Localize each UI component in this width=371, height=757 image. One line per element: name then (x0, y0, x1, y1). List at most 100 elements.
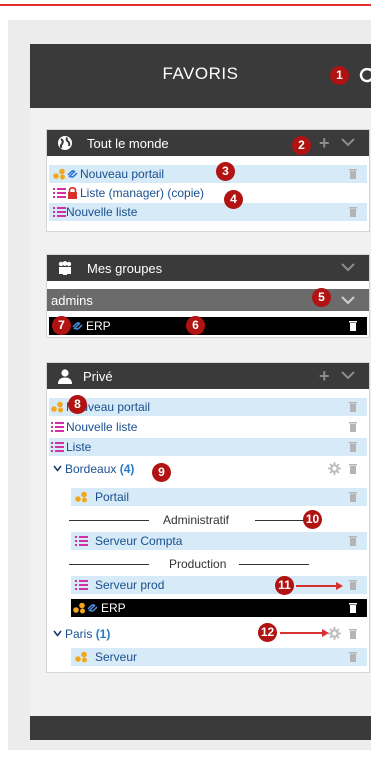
trash-icon[interactable] (349, 491, 357, 502)
portal-icon (75, 651, 87, 663)
group-icon (58, 261, 72, 275)
list-item[interactable]: Nouveau portail (49, 398, 367, 416)
lock-icon (68, 187, 77, 199)
panel-header: FAVORIS (30, 44, 371, 108)
separator-production: Production (69, 557, 339, 571)
list-icon (75, 536, 88, 546)
callout-badge: 7 (52, 316, 71, 335)
globe-icon (58, 136, 72, 150)
list-icon (51, 442, 64, 452)
trash-icon[interactable] (349, 463, 357, 474)
folder-count: (1) (95, 627, 111, 641)
folder-name: Paris (1) (65, 627, 111, 641)
callout-badge: 6 (186, 316, 205, 335)
item-label: ERP (86, 319, 111, 333)
trash-icon[interactable] (349, 535, 357, 546)
item-label: Nouveau portail (80, 167, 165, 181)
link-icon (87, 604, 98, 612)
trash-icon[interactable] (349, 320, 357, 331)
chevron-down-icon[interactable] (341, 262, 355, 272)
callout-badge: 12 (258, 623, 277, 642)
list-item[interactable]: Liste (manager) (copie) (49, 184, 367, 202)
trash-icon[interactable] (349, 401, 357, 412)
list-item[interactable]: ERP (71, 599, 367, 617)
list-item[interactable]: Portail (71, 488, 367, 506)
user-icon (58, 369, 72, 384)
callout-badge: 4 (224, 190, 243, 209)
item-label: Serveur (95, 650, 138, 664)
trash-icon[interactable] (349, 628, 357, 639)
gear-icon[interactable] (328, 627, 341, 640)
list-item[interactable]: Serveur Compta (71, 532, 367, 550)
panel-footer (30, 716, 371, 740)
add-icon[interactable]: + (319, 366, 330, 387)
folder-name: Bordeaux (4) (65, 462, 135, 476)
list-item[interactable]: Liste (49, 438, 367, 456)
list-icon (53, 207, 66, 217)
list-item[interactable]: Nouvelle liste (49, 418, 367, 436)
chevron-down-icon[interactable] (341, 295, 355, 305)
separator-label: Production (169, 557, 227, 571)
chevron-down-icon[interactable] (341, 370, 355, 380)
item-label: ERP (101, 601, 126, 615)
section-everyone-title: Tout le monde (87, 136, 169, 151)
callout-arrow (280, 632, 322, 634)
chevron-down-icon[interactable] (53, 630, 62, 637)
section-groups-header[interactable]: Mes groupes (47, 255, 369, 281)
item-label: Serveur prod (95, 578, 165, 592)
item-label: Serveur Compta (95, 534, 183, 548)
callout-arrow-head (322, 629, 329, 637)
top-accent-line (0, 4, 371, 6)
section-everyone-header[interactable]: Tout le monde + (47, 130, 369, 156)
trash-icon[interactable] (349, 206, 357, 217)
callout-badge: 3 (216, 162, 235, 181)
trash-icon[interactable] (349, 602, 357, 613)
trash-icon[interactable] (349, 421, 357, 432)
item-label: Nouvelle liste (66, 420, 138, 434)
item-label: Liste (manager) (copie) (80, 186, 205, 200)
list-icon (53, 188, 66, 198)
list-icon (75, 580, 88, 590)
link-icon (72, 322, 83, 330)
callout-arrow-head (336, 582, 343, 590)
gear-icon[interactable] (328, 462, 341, 475)
trash-icon[interactable] (349, 441, 357, 452)
callout-arrow (296, 585, 336, 587)
section-private-header[interactable]: Privé + (47, 363, 369, 389)
group-name: admins (51, 293, 93, 308)
portal-icon (51, 401, 63, 413)
folder-paris[interactable]: Paris (1) (49, 625, 367, 643)
folder-count: (4) (119, 462, 135, 476)
folder-bordeaux[interactable]: Bordeaux (4) (49, 460, 367, 478)
item-label: Nouvelle liste (66, 205, 138, 219)
list-icon (51, 422, 64, 432)
section-everyone: Tout le monde + Nouveau portail Liste (m… (46, 129, 370, 232)
trash-icon[interactable] (349, 579, 357, 590)
portal-icon (73, 602, 85, 614)
item-label: Portail (95, 490, 130, 504)
list-item[interactable]: Serveur (71, 648, 367, 666)
item-label: Liste (66, 440, 92, 454)
callout-badge: 2 (292, 136, 311, 155)
chevron-down-icon[interactable] (341, 137, 355, 147)
list-item[interactable]: Nouveau portail (49, 165, 367, 183)
chevron-down-icon[interactable] (53, 465, 62, 472)
link-icon (67, 170, 78, 178)
callout-badge: 8 (68, 395, 87, 414)
callout-badge: 9 (152, 463, 171, 482)
portal-icon (53, 168, 65, 180)
add-icon[interactable]: + (319, 133, 330, 154)
list-item[interactable]: Nouvelle liste (49, 203, 367, 221)
panel-title: FAVORIS (162, 64, 239, 83)
trash-icon[interactable] (349, 651, 357, 662)
section-groups-title: Mes groupes (87, 261, 163, 276)
refresh-icon[interactable] (358, 66, 371, 84)
separator-label: Administratif (163, 513, 230, 527)
callout-badge: 11 (275, 576, 294, 595)
callout-badge: 5 (312, 288, 331, 307)
callout-badge: 1 (330, 66, 349, 85)
list-item[interactable]: ERP (49, 317, 367, 335)
trash-icon[interactable] (349, 168, 357, 179)
callout-badge: 10 (303, 510, 322, 529)
portal-icon (75, 491, 87, 503)
